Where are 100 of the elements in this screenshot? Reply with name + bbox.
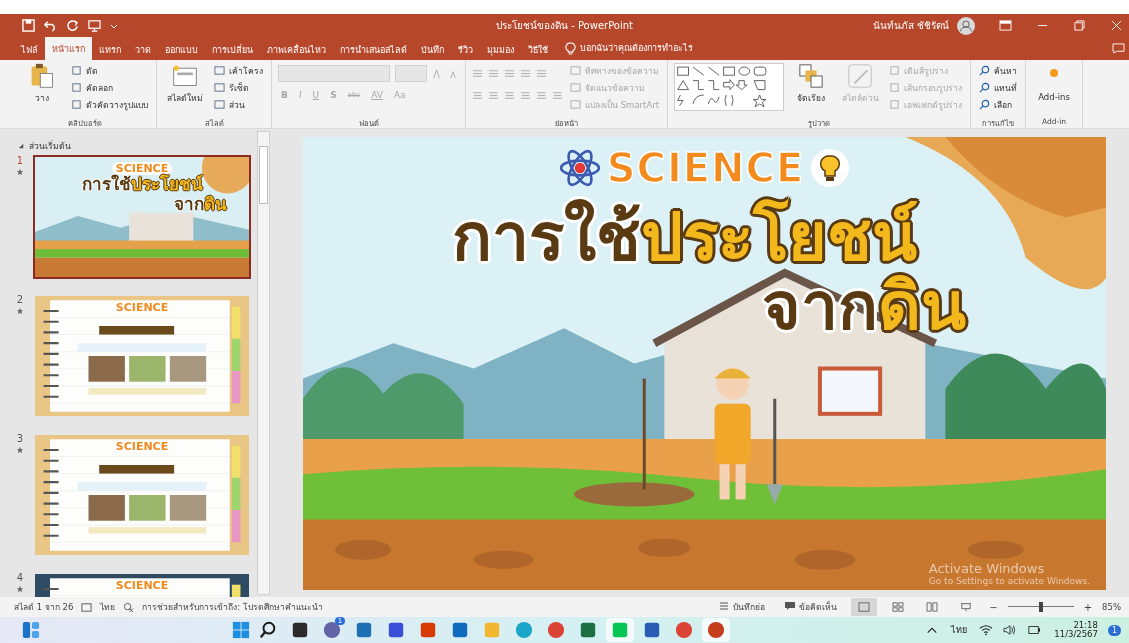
spelling-icon[interactable]: [81, 601, 93, 613]
redo-icon[interactable]: [66, 19, 79, 32]
list-icon[interactable]: [472, 67, 483, 79]
ribbon-tab[interactable]: ไฟล์: [14, 39, 45, 60]
zoom-slider[interactable]: [1007, 602, 1074, 612]
thumbnail-title-word: ประโยชน์: [130, 174, 203, 194]
speaker-icon[interactable]: [1003, 624, 1018, 636]
science-logo-text: SCIENCE: [606, 145, 805, 191]
ribbon-display-icon[interactable]: [999, 20, 1012, 31]
activation-hint: Go to Settings to activate Windows.: [928, 576, 1090, 586]
star-icon: [16, 307, 24, 315]
clock-time[interactable]: 21:18: [1073, 620, 1098, 630]
notification-badge[interactable]: 1: [1107, 624, 1121, 636]
command-icon: [71, 65, 82, 76]
clipboard-command[interactable]: ตัด: [69, 63, 150, 78]
start-icon[interactable]: [232, 621, 251, 639]
search-icon: [979, 99, 991, 110]
clipboard-command[interactable]: ตัวคัดวางรูปแบบ: [69, 97, 150, 112]
slide-command[interactable]: ส่วน: [212, 97, 265, 112]
arrange-label: จัดเรียง: [797, 92, 826, 105]
editing-command[interactable]: แทนที่: [977, 80, 1020, 95]
zoom-in-button[interactable]: +: [1081, 601, 1095, 613]
window-title: ประโยชน์ของดิน - PowerPoint: [496, 19, 633, 33]
ribbon-tab[interactable]: วิธีใช้: [521, 39, 555, 60]
align-icon[interactable]: [552, 89, 563, 101]
slide-command[interactable]: รีเซ็ต: [212, 80, 265, 95]
font-size-field[interactable]: [395, 64, 427, 82]
accessibility-status[interactable]: การช่วยสำหรับการเข้าถึง: โปรดศึกษาคำแนะนำ: [142, 600, 323, 614]
envelope-icon: [451, 621, 470, 639]
slide-command[interactable]: เค้าโครง: [212, 63, 265, 78]
document-icon: [643, 621, 662, 639]
slide-thumbnail[interactable]: SCIENCE การใช้ประโยชน์ จากดิน: [33, 155, 251, 279]
ribbon-tab[interactable]: ภาพเคลื่อนไหว: [260, 39, 333, 60]
ribbon-tab[interactable]: มุมมอง: [480, 39, 521, 60]
add-ins-label: Add-ins: [1038, 92, 1070, 102]
text-box-icon: [570, 99, 581, 110]
input-language[interactable]: ไทย: [951, 623, 968, 637]
text-box-icon: [570, 65, 581, 76]
close-icon[interactable]: [1110, 20, 1123, 31]
browser-icon: [515, 621, 534, 639]
slide[interactable]: SCIENCE การใช้ประโยชน์ จากดิน Activate Windows Go to Settings to activate Windows.: [303, 137, 1106, 590]
zoom-level[interactable]: 85%: [1102, 602, 1121, 612]
align-icon[interactable]: [472, 89, 483, 101]
list-icon[interactable]: [536, 67, 547, 79]
save-icon[interactable]: [22, 19, 35, 32]
comment-icon[interactable]: [1112, 43, 1125, 54]
comments-button[interactable]: ข้อคิดเห็น: [779, 599, 844, 615]
align-icon[interactable]: [488, 89, 499, 101]
ribbon-tab[interactable]: แทรก: [92, 39, 128, 60]
dot-icon: [1049, 68, 1060, 78]
list-icon[interactable]: [488, 67, 499, 79]
wifi-icon[interactable]: [979, 624, 994, 636]
ribbon-tab[interactable]: วาด: [128, 39, 158, 60]
ribbon-tab[interactable]: บันทึก: [414, 39, 451, 60]
slide-icon: [172, 63, 198, 89]
tell-me-field[interactable]: บอกฉันว่าคุณต้องการทำอะไร: [580, 41, 693, 55]
ribbon-tab[interactable]: การเปลี่ยน: [205, 39, 260, 60]
search-icon: [979, 65, 991, 76]
projector-icon: [960, 602, 973, 612]
restore-icon[interactable]: [1073, 20, 1086, 31]
ribbon-tab[interactable]: รีวิว: [451, 39, 480, 60]
list-icon[interactable]: [520, 67, 531, 79]
ribbon-tab[interactable]: หน้าแรก: [45, 37, 92, 60]
collapse-triangle-icon[interactable]: [18, 143, 24, 149]
battery-icon[interactable]: [1027, 624, 1042, 636]
ribbon-tab[interactable]: การนำเสนอสไลด์: [333, 39, 414, 60]
section-header[interactable]: ส่วนเริ่มต้น: [29, 139, 71, 153]
avatar-icon[interactable]: [957, 16, 975, 35]
normal-view-button[interactable]: [851, 598, 878, 616]
office-icon: [419, 621, 438, 639]
shape-icon: [889, 65, 901, 76]
font-name-field[interactable]: [278, 64, 390, 82]
editing-command[interactable]: เลือก: [977, 97, 1020, 112]
command-icon: [71, 99, 82, 110]
align-icon[interactable]: [536, 89, 547, 101]
zoom-slider-thumb[interactable]: [1038, 602, 1043, 612]
language-status[interactable]: ไทย: [100, 600, 116, 614]
layout-icon: [214, 82, 225, 93]
add-ins-button[interactable]: Add-ins: [1032, 63, 1077, 102]
align-icon[interactable]: [520, 89, 531, 101]
presenter-icon[interactable]: [88, 19, 101, 32]
align-icon[interactable]: [504, 89, 515, 101]
zoom-out-button[interactable]: −: [987, 601, 1000, 613]
layout-icon: [214, 65, 225, 76]
arrange-icon: [798, 63, 825, 89]
undo-icon[interactable]: [44, 19, 57, 32]
scrollbar[interactable]: [257, 131, 270, 595]
notes-button[interactable]: บันทึกย่อ: [713, 599, 772, 615]
ribbon-tab[interactable]: ออกแบบ: [158, 39, 205, 60]
accessibility-icon[interactable]: [123, 601, 135, 613]
new-slide-button[interactable]: สไลด์ใหม่: [163, 63, 207, 105]
shapes-gallery[interactable]: [674, 63, 785, 111]
shape-icon: [889, 82, 901, 93]
list-icon[interactable]: [504, 67, 515, 79]
clock-date[interactable]: 11/3/2567: [1054, 630, 1098, 640]
paste-button[interactable]: วาง: [20, 63, 64, 105]
clipboard-command[interactable]: คัดลอก: [69, 80, 150, 95]
editing-command[interactable]: ค้นหา: [977, 63, 1020, 78]
activation-notice: Activate Windows: [928, 561, 1046, 576]
widgets-icon[interactable]: [22, 621, 40, 639]
